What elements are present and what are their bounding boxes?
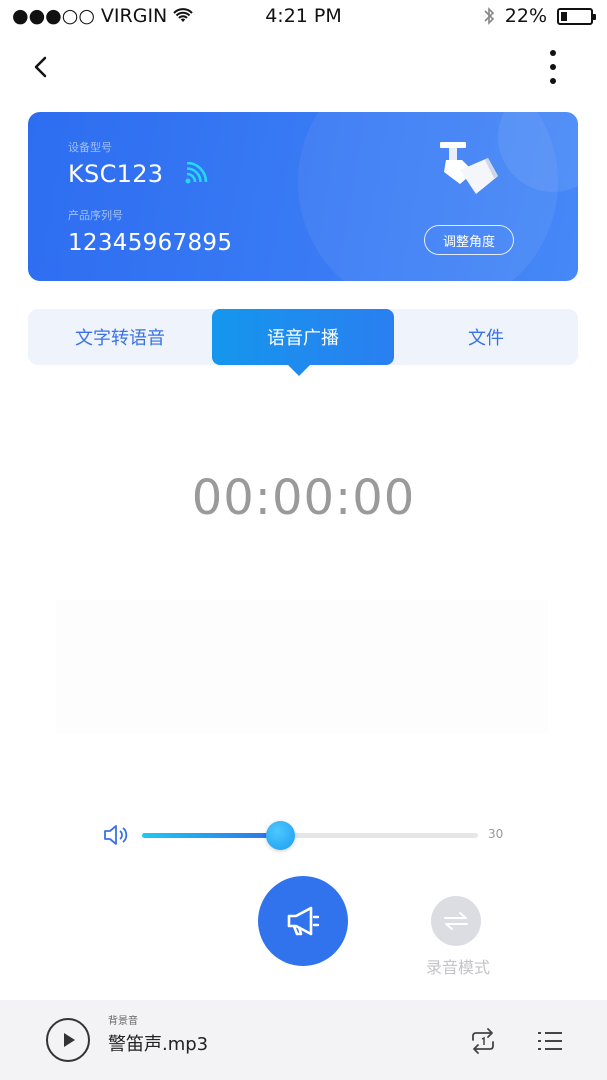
mode-tabs: 文字转语音 语音广播 文件 [28,309,578,365]
active-tab-pointer [288,365,310,376]
tab-voice-broadcast[interactable]: 语音广播 [212,309,394,365]
device-info-card: 设备型号 KSC123 产品序列号 12345967895 调整角度 [28,112,578,281]
record-mode-label: 录音模式 [425,958,490,977]
volume-slider-fill [142,833,280,838]
volume-icon[interactable] [102,822,132,848]
chevron-left-icon [34,56,47,78]
repeat-one-icon[interactable] [469,1028,497,1054]
battery-icon [557,7,596,25]
bluetooth-icon [484,7,494,25]
volume-control: 30 [100,818,520,854]
device-model-value: KSC123 [68,160,164,188]
record-mode-circle [431,896,481,946]
status-bar: ●●●○○ VIRGIN 4:21 PM 22% [0,0,607,34]
connected-signal-icon [185,162,208,184]
status-right: 22% [483,5,596,27]
more-dot-icon [550,64,556,70]
tab-text-to-speech[interactable]: 文字转语音 [28,309,212,365]
volume-max-label: 30 [488,827,504,841]
serial-number-value: 12345967895 [68,230,233,256]
nav-bar [0,44,607,92]
more-options-button[interactable] [545,50,561,84]
switch-arrows-icon [444,912,468,930]
tab-file[interactable]: 文件 [394,309,578,365]
horn-speaker-icon [440,142,498,194]
more-dot-icon [550,78,556,84]
volume-slider[interactable] [142,821,478,850]
recording-timer: 00:00:00 [191,470,416,526]
record-mode-button[interactable]: 录音模式 [418,896,498,977]
waveform-area [56,600,548,734]
more-dot-icon [550,50,556,56]
play-icon [64,1033,75,1047]
battery-fill [561,11,567,21]
adjust-angle-button[interactable]: 调整角度 [424,225,514,255]
track-name: 警笛声.mp3 [108,1034,209,1055]
device-model-label: 设备型号 [68,141,112,154]
back-button[interactable] [26,52,56,82]
play-button[interactable] [46,1018,90,1062]
broadcast-button[interactable] [258,876,348,966]
background-music-label: 背景音 [108,1016,138,1027]
serial-number-label: 产品序列号 [68,209,123,222]
background-music-player: 背景音 警笛声.mp3 [0,1000,607,1080]
battery-percent: 22% [504,5,547,27]
megaphone-icon [287,906,320,936]
volume-slider-thumb[interactable] [265,821,295,850]
playlist-icon[interactable] [537,1030,563,1052]
